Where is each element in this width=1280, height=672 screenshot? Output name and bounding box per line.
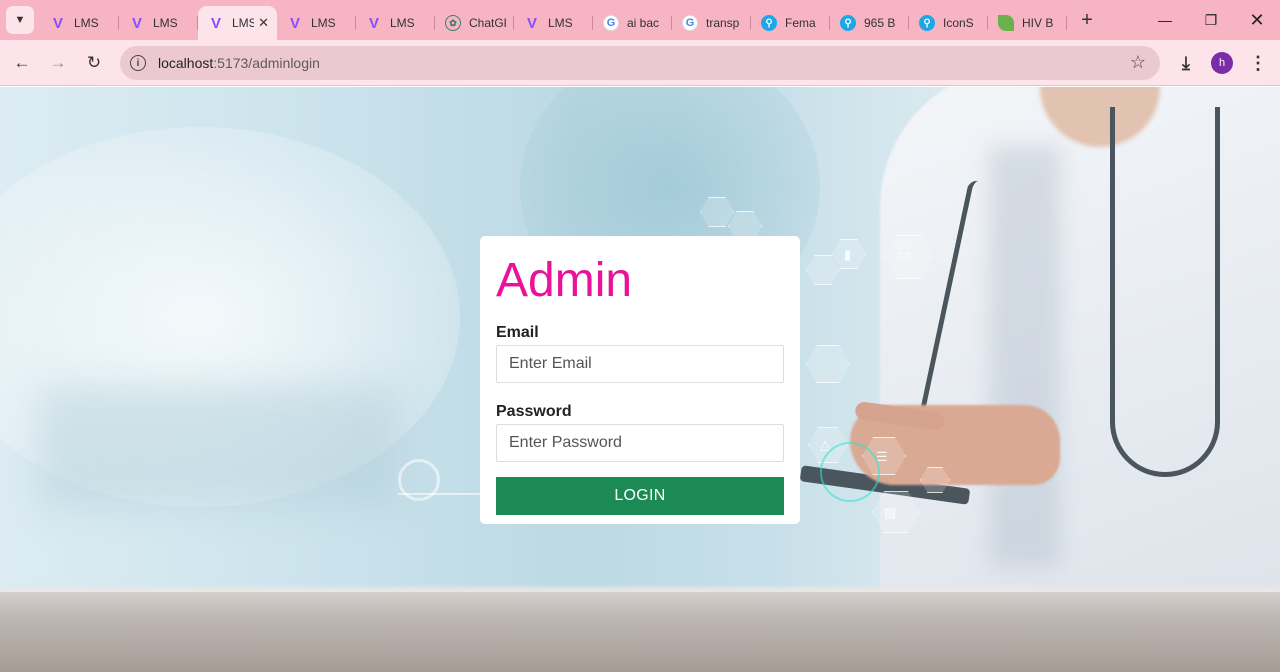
hexagon-decoration	[806, 345, 850, 383]
tab-title: LMS	[232, 16, 255, 30]
tab-title: LMS	[153, 16, 178, 30]
tab-title: LMS	[311, 16, 336, 30]
hexagon-decoration	[806, 255, 840, 285]
leaf-icon	[998, 15, 1014, 31]
browser-menu-icon[interactable]: ⋮	[1243, 40, 1273, 86]
password-input[interactable]	[496, 424, 784, 462]
url-host: localhost	[158, 55, 214, 71]
reload-icon[interactable]: ↻	[79, 48, 109, 78]
bookmark-star-icon[interactable]: ☆	[1130, 52, 1146, 73]
browser-tab[interactable]: ⚲ IconS	[909, 6, 988, 40]
vite-icon: V	[52, 14, 63, 32]
tab-title: LMS	[548, 16, 573, 30]
google-icon: G	[682, 15, 698, 31]
vite-icon: V	[289, 14, 300, 32]
password-label: Password	[496, 403, 572, 420]
browser-tab[interactable]: ⚲ 965 B	[830, 6, 909, 40]
window-close-icon[interactable]: ✕	[1234, 0, 1280, 40]
tab-title: transp	[706, 16, 740, 30]
email-label: Email	[496, 324, 539, 341]
google-icon: G	[603, 15, 619, 31]
browser-toolbar: ← → ↻ i localhost:5173/adminlogin ☆ ⤓ h …	[0, 40, 1280, 86]
close-icon[interactable]: ✕	[258, 15, 269, 31]
browser-tab[interactable]: V LMS	[40, 6, 119, 40]
doctor-coat-image	[880, 87, 1280, 672]
search-icon: ⚲	[840, 15, 856, 31]
vite-icon: V	[526, 14, 537, 32]
tab-search-button[interactable]: ▼	[6, 6, 34, 34]
minimize-icon[interactable]: —	[1142, 0, 1188, 40]
tab-title: ai bac	[627, 16, 660, 30]
background-decoration	[398, 465, 488, 495]
background-decoration	[40, 387, 400, 507]
restore-icon[interactable]: ❐	[1188, 0, 1234, 40]
browser-tab[interactable]: V LMS	[356, 6, 435, 40]
tab-strip: ▼ V LMS V LMS V LMS ✕ V LMS V LMS ✿ Chat…	[0, 0, 1280, 40]
new-tab-button[interactable]: +	[1073, 6, 1101, 34]
back-arrow-icon[interactable]: ←	[7, 48, 37, 78]
tab-title: 965 B	[864, 16, 896, 30]
bed-icon: ▭	[898, 247, 911, 262]
avatar: h	[1211, 52, 1233, 74]
stethoscope-image	[1110, 107, 1220, 477]
tab-list: V LMS V LMS V LMS ✕ V LMS V LMS ✿ ChatGP…	[40, 0, 1067, 40]
browser-tab[interactable]: V LMS	[514, 6, 593, 40]
browser-tab[interactable]: V LMS	[119, 6, 198, 40]
chevron-down-icon: ▼	[14, 14, 26, 26]
background-decoration	[820, 442, 880, 502]
tab-title: Fema	[785, 16, 816, 30]
search-icon: ⚲	[919, 15, 935, 31]
site-info-icon[interactable]: i	[130, 55, 146, 71]
url-path: :5173/adminlogin	[213, 55, 320, 71]
download-icon[interactable]: ⤓	[1171, 40, 1201, 86]
desk-image	[0, 592, 1280, 672]
login-title: Admin	[496, 254, 633, 307]
browser-tab[interactable]: V LMS	[277, 6, 356, 40]
search-icon: ⚲	[761, 15, 777, 31]
vite-icon: V	[210, 14, 221, 32]
browser-tab[interactable]: ⚲ Fema	[751, 6, 830, 40]
background-decoration	[990, 147, 1060, 567]
tab-title: IconS	[943, 16, 974, 30]
tab-title: LMS	[74, 16, 99, 30]
vite-icon: V	[131, 14, 142, 32]
forward-arrow-icon[interactable]: →	[43, 48, 73, 78]
email-input[interactable]	[496, 345, 784, 383]
url-text[interactable]: localhost:5173/adminlogin	[158, 55, 320, 71]
chatgpt-icon: ✿	[445, 15, 461, 31]
tab-title: HIV B	[1022, 16, 1054, 30]
ambulance-icon: ▨	[884, 505, 897, 520]
address-bar[interactable]: i localhost:5173/adminlogin ☆	[120, 46, 1160, 80]
vite-icon: V	[368, 14, 379, 32]
profile-avatar-button[interactable]: h	[1207, 40, 1237, 86]
browser-tab[interactable]: G transp	[672, 6, 751, 40]
pill-icon: ▮	[844, 247, 852, 262]
browser-tab[interactable]: ✿ ChatGPT	[435, 6, 514, 40]
admin-login-form: Admin Email Password LOGIN	[480, 236, 800, 524]
login-button[interactable]: LOGIN	[496, 477, 784, 515]
tab-title: LMS	[390, 16, 415, 30]
tab-title: ChatGPT	[469, 16, 506, 30]
browser-tab[interactable]: HIV B	[988, 6, 1067, 40]
browser-tab-active[interactable]: V LMS ✕	[198, 6, 277, 40]
browser-tab[interactable]: G ai bac	[593, 6, 672, 40]
